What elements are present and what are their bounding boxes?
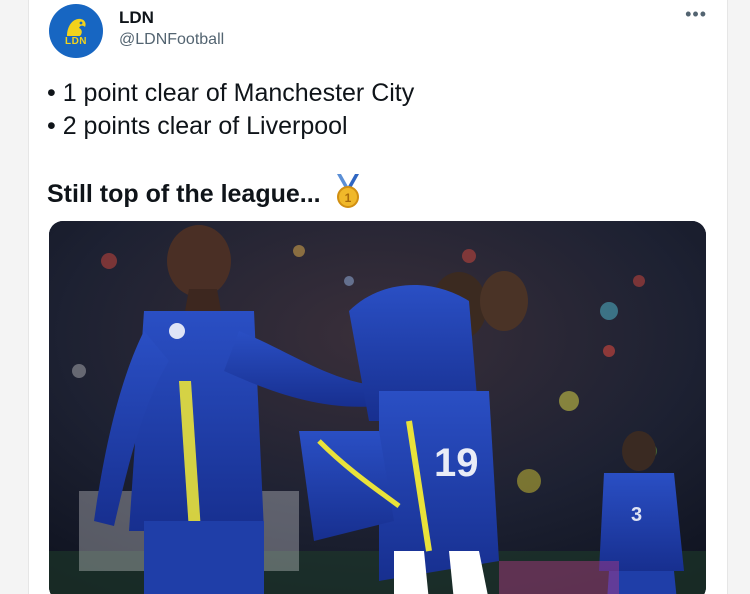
more-options-icon[interactable]: ••• [685,4,707,25]
lion-logo-icon [67,18,86,36]
author-name[interactable]: LDN [119,8,154,28]
gold-medal-icon: 1 [331,173,365,216]
tweet-photo[interactable]: 19 3 [49,221,706,594]
tweet-headline: Still top of the league... 1 [47,173,365,216]
avatar-logo-text: LDN [64,35,88,47]
football-celebration-photo: 19 3 [49,221,706,594]
svg-text:1: 1 [344,191,351,205]
bullet-line: • 1 point clear of Manchester City [47,79,415,107]
svg-text:19: 19 [434,441,479,485]
tweet-bullets: • 1 point clear of Manchester City • 2 p… [47,77,414,143]
avatar[interactable]: LDN [49,4,103,58]
author-handle[interactable]: @LDNFootball [119,31,224,49]
bullet-line: • 2 points clear of Liverpool [47,112,348,140]
svg-text:3: 3 [631,504,642,526]
tweet-card: LDN LDN @LDNFootball ••• • 1 point clear… [28,0,728,594]
headline-text: Still top of the league... [47,180,321,208]
